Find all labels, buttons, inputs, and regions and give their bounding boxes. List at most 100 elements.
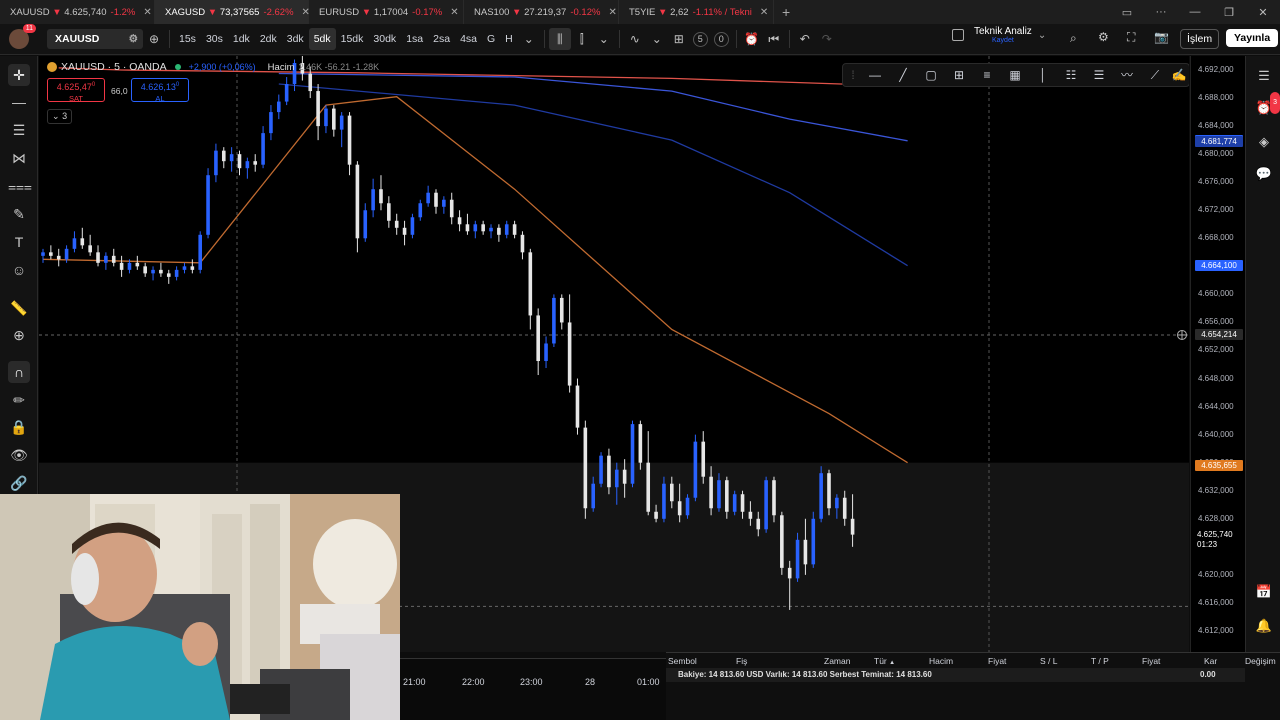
legend-title[interactable]: XAUUSD · 5 · OANDA [61, 61, 167, 73]
analysis-dropdown-icon[interactable]: ⌄ [1038, 30, 1046, 41]
column-header-profit[interactable]: Kar [1204, 656, 1217, 666]
parallel-channel-icon[interactable]: ≡ [977, 66, 997, 84]
notifications-icon[interactable]: 🔔 [1254, 616, 1274, 636]
price-tag[interactable]: 4.664,100 [1195, 260, 1243, 272]
counter-two-badge[interactable]: 0 [713, 31, 729, 47]
layout-checkbox-icon[interactable] [952, 29, 964, 41]
column-header-price-current[interactable]: Fiyat [1142, 656, 1160, 666]
column-header-volume[interactable]: Hacim [929, 656, 953, 666]
price-tag[interactable]: 4.654,214 [1195, 329, 1243, 341]
indicators-collapse-button[interactable]: ⌄ 3 [47, 109, 73, 124]
compare-plus-icon[interactable]: ⊕ [143, 28, 165, 50]
column-header-type[interactable]: Tür ▲ [874, 656, 895, 666]
buy-button[interactable]: 4.626,130 AL [131, 78, 189, 103]
interval-1dk-button[interactable]: 1dk [228, 28, 255, 50]
volume-label[interactable]: Hacim [268, 62, 295, 73]
alert-icon[interactable]: ⏰ [741, 28, 763, 50]
indicators-icon[interactable]: ∿ [624, 28, 646, 50]
visibility-icon[interactable]: 👁 [8, 444, 30, 466]
counter-one-badge[interactable]: 5 [692, 31, 708, 47]
emoji-tool-icon[interactable]: ☺ [8, 259, 30, 281]
candle-type-icon[interactable]: ⫼ [548, 28, 571, 50]
trend-line-tool-icon[interactable]: ― [8, 91, 30, 113]
price-tag[interactable]: 4.635,655 [1195, 459, 1243, 471]
interval-2dk-button[interactable]: 2dk [255, 28, 282, 50]
column-header-tp[interactable]: T / P [1091, 656, 1109, 666]
sell-button[interactable]: 4.625,470 SAT [47, 78, 105, 103]
browser-tab-eurusd[interactable]: EURUSD ▼ 1,17004 -0.17% ✕ [309, 0, 464, 24]
alerts-icon[interactable]: ⏰ 3 [1254, 92, 1280, 118]
close-window-icon[interactable]: ✕ [1246, 6, 1280, 19]
horizontal-lines-tool-icon[interactable]: ☰ [8, 119, 30, 141]
camera-icon[interactable]: 📷 [1154, 30, 1169, 44]
interval-dropdown-icon[interactable]: ⌄ [518, 28, 540, 50]
interval-30dk-button[interactable]: 30dk [368, 28, 401, 50]
pitchfork-tool-icon[interactable]: ⋈ [8, 147, 30, 169]
interval-3dk-button[interactable]: 3dk [282, 28, 309, 50]
watchlist-icon[interactable]: ☰ [1254, 66, 1274, 86]
text-tool-icon[interactable]: T [8, 231, 30, 253]
interval-g-button[interactable]: G [482, 28, 500, 50]
analysis-save-link[interactable]: Kaydet [974, 37, 1032, 44]
column-header-time[interactable]: Zaman [824, 656, 850, 666]
column-header-symbol[interactable]: Sembol [668, 656, 697, 666]
price-axis[interactable]: 4.692,000 4.688,000 4.684,000 4.680,000 4.67… [1190, 56, 1245, 652]
column-header-price[interactable]: Fiyat [988, 656, 1006, 666]
replay-icon[interactable]: ⏮ [763, 28, 785, 50]
magnet-tool-icon[interactable]: ∩ [8, 361, 30, 383]
search-icon[interactable]: ⌕ [1070, 31, 1077, 46]
bar-type-icon[interactable]: ⫿ [571, 28, 593, 50]
vertical-line-icon[interactable]: │ [1033, 66, 1053, 84]
drag-handle-icon[interactable]: ⁞ [843, 66, 863, 84]
redo-icon[interactable]: ↷ [816, 28, 838, 50]
fullscreen-icon[interactable]: ⛶ [1127, 30, 1135, 45]
chart-type-dropdown-icon[interactable]: ⌄ [593, 28, 615, 50]
chat-icon[interactable]: 💬 [1254, 164, 1274, 184]
rectangle-icon[interactable]: ▢ [921, 66, 941, 84]
browser-tab-nas100[interactable]: NAS100 ▼ 27.219,37 -0.12% ✕ [464, 0, 619, 24]
interval-h-button[interactable]: H [500, 28, 518, 50]
lock-drawing-icon[interactable]: ✏ [8, 389, 30, 411]
indicators-dropdown-icon[interactable]: ⌄ [646, 28, 668, 50]
fib-retracement-icon[interactable]: ☷ [1061, 66, 1081, 84]
layers-icon[interactable]: ◈ [1254, 132, 1274, 152]
trade-button[interactable]: İşlem [1180, 29, 1220, 49]
lock-icon[interactable]: 🔒 [8, 416, 30, 438]
fib-extension-icon[interactable]: ☰ [1089, 66, 1109, 84]
browser-tab-t5yie[interactable]: T5YIE ▼ 2,62 -1.11% / Tekni ✕ [619, 0, 774, 24]
column-header-sl[interactable]: S / L [1040, 656, 1057, 666]
browser-tab-xauusd[interactable]: XAUUSD ▼ 4.625,740 -1.2% ✕ [0, 0, 155, 24]
link-icon[interactable]: 🔗 [8, 472, 30, 494]
layout-icon[interactable]: ▭ [1110, 6, 1144, 19]
settings-icon[interactable]: ⚙ [1098, 30, 1109, 44]
undo-icon[interactable]: ↶ [794, 28, 816, 50]
interval-4sa-button[interactable]: 4sa [455, 28, 482, 50]
zoom-tool-icon[interactable]: ⊕ [8, 324, 30, 346]
technical-analysis-layout[interactable]: Teknik Analiz Kaydet ⌄ [952, 26, 1046, 44]
crosshair-box-icon[interactable]: ⊞ [949, 66, 969, 84]
symbol-settings-icon[interactable]: ⚙ [129, 33, 138, 45]
interval-15s-button[interactable]: 15s [174, 28, 201, 50]
brush-tool-icon[interactable]: ✎ [8, 203, 30, 225]
price-tag[interactable]: 4.681,774 [1195, 136, 1243, 148]
crosshair-tool-icon[interactable]: ✛ [8, 64, 30, 86]
calendar-icon[interactable]: 📅 [1254, 582, 1274, 602]
new-tab-icon[interactable]: + [774, 4, 798, 20]
fib-tool-icon[interactable]: ⩶ [8, 175, 32, 197]
publish-button[interactable]: Yayınla [1226, 29, 1279, 47]
symbol-search[interactable]: XAUUSD ⚙ [47, 29, 143, 49]
more-icon[interactable]: ··· [1144, 6, 1178, 18]
layouts-icon[interactable]: ⊞ [668, 28, 690, 50]
avatar[interactable]: 11 [9, 24, 36, 49]
column-header-change[interactable]: Değişim [1245, 656, 1276, 666]
minimize-icon[interactable]: — [1178, 6, 1212, 18]
interval-5dk-button[interactable]: 5dk [308, 28, 336, 50]
close-tab-icon[interactable]: ✕ [450, 7, 458, 18]
path-icon[interactable]: 〰 [1117, 66, 1137, 84]
interval-2sa-button[interactable]: 2sa [428, 28, 455, 50]
ray-icon[interactable]: ⟋ [1145, 66, 1165, 84]
browser-tab-xagusd[interactable]: XAGUSD ▼ 73,37565 -2.62% ✕ [155, 0, 310, 24]
brush-icon[interactable]: ✍ [1169, 66, 1189, 84]
time-axis[interactable]: 21:00 22:00 23:00 28 01:00 [400, 658, 666, 720]
column-header-ticket[interactable]: Fiş [736, 656, 747, 666]
